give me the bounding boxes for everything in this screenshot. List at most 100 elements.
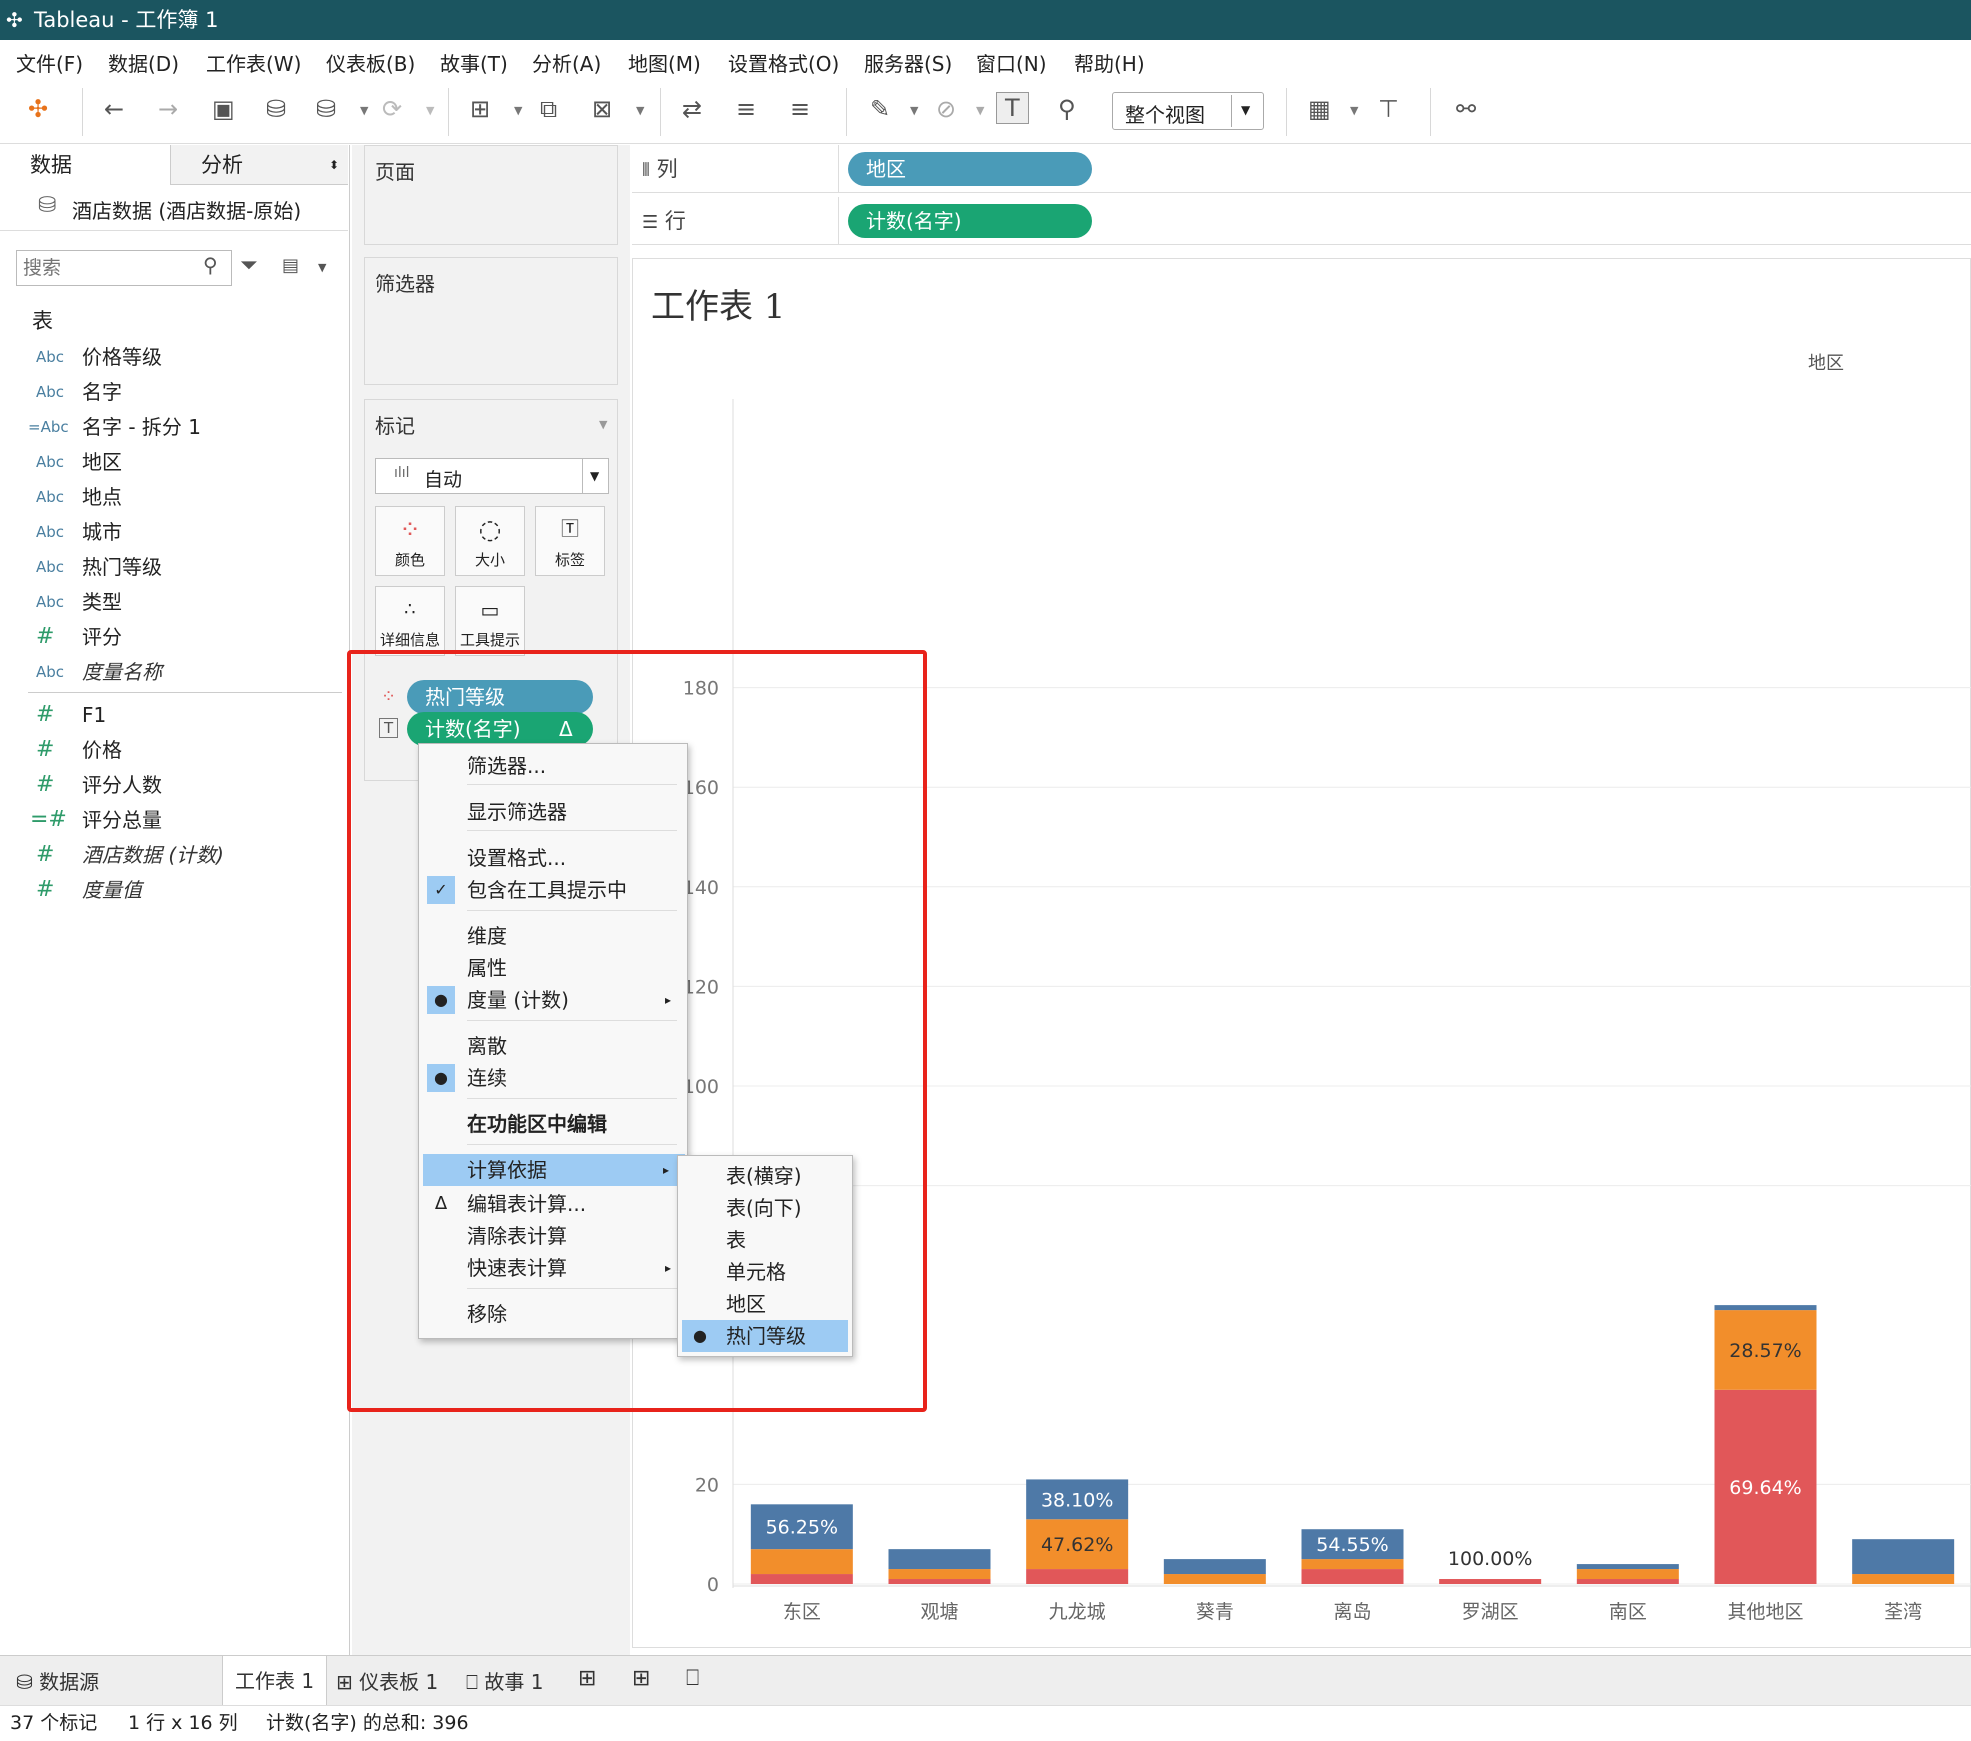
pages-shelf[interactable]: 页面 <box>364 145 618 245</box>
field-item[interactable]: Abc 类型 <box>0 585 348 619</box>
show-cards-icon[interactable]: ▦ <box>1308 94 1331 124</box>
menu-item-edit-table-calc[interactable]: Δ 编辑表计算... <box>419 1188 687 1220</box>
view-size-select[interactable]: 整个视图 ▼ <box>1112 92 1264 130</box>
chevron-down-icon[interactable]: ▼ <box>514 104 522 117</box>
submenu-item-table-down[interactable]: 表(向下) <box>678 1192 852 1224</box>
menu-item-attribute[interactable]: 属性 <box>419 952 687 984</box>
undo-icon[interactable]: ← <box>104 94 124 124</box>
menu-file[interactable]: 文件(F) <box>16 48 83 77</box>
menu-item-continuous[interactable]: ● 连续 <box>419 1062 687 1094</box>
size-button[interactable]: ◌ 大小 <box>455 506 525 576</box>
chevron-down-icon[interactable]: ▼ <box>360 104 368 117</box>
menu-format[interactable]: 设置格式(O) <box>728 48 839 77</box>
search-input[interactable] <box>23 253 193 283</box>
filter-funnel-icon[interactable]: ⏷ <box>240 253 258 278</box>
menu-item-format[interactable]: 设置格式... <box>419 842 687 874</box>
field-item[interactable]: Abc 名字 <box>0 375 348 409</box>
new-dashboard-tab-icon[interactable]: ⊞ <box>632 1666 650 1691</box>
field-item[interactable]: Abc 地点 <box>0 480 348 514</box>
field-item[interactable]: =Abc 名字 - 拆分 1 <box>0 410 348 444</box>
datasource-row[interactable]: ⛁ 酒店数据 (酒店数据-原始) <box>0 185 348 231</box>
field-item[interactable]: # 度量值 <box>0 873 348 907</box>
tab-analysis[interactable]: 分析 ⬍ <box>170 145 348 185</box>
tab-data[interactable]: 数据 <box>0 145 170 185</box>
menu-server[interactable]: 服务器(S) <box>864 48 952 77</box>
label-button[interactable]: 🅃 标签 <box>535 506 605 576</box>
chevron-down-icon[interactable]: ▼ <box>636 104 644 117</box>
new-worksheet-icon[interactable]: ⊞ <box>470 94 490 124</box>
menu-item-compute-using[interactable]: 计算依据 ▸ <box>423 1154 685 1186</box>
submenu-item-popularity[interactable]: ● 热门等级 <box>682 1320 848 1352</box>
tooltip-button[interactable]: ▭ 工具提示 <box>455 586 525 656</box>
columns-shelf[interactable]: ⦀ 列 地区 <box>632 145 1971 193</box>
field-item[interactable]: Abc 度量名称 <box>0 655 348 689</box>
field-item[interactable]: =# 评分总量 <box>0 803 348 837</box>
tab-worksheet-1[interactable]: 工作表 1 <box>222 1656 328 1706</box>
chevron-down-icon[interactable]: ▼ <box>976 104 984 117</box>
menu-window[interactable]: 窗口(N) <box>976 48 1047 77</box>
menu-item-measure-count[interactable]: ● 度量 (计数) ▸ <box>419 984 687 1016</box>
submenu-item-table[interactable]: 表 <box>678 1224 852 1256</box>
tab-dashboard-1[interactable]: ⊞ 仪表板 1 <box>336 1666 438 1695</box>
field-item[interactable]: # 评分人数 <box>0 768 348 802</box>
chevron-down-icon[interactable]: ▼ <box>1350 104 1358 117</box>
new-datasource-icon[interactable]: ⛁ <box>266 94 286 124</box>
menu-item-filter[interactable]: 筛选器... <box>419 750 687 782</box>
chevron-down-icon[interactable]: ▼ <box>318 261 326 274</box>
field-item[interactable]: Abc 热门等级 <box>0 550 348 584</box>
view-list-icon[interactable]: ▤ <box>282 255 299 276</box>
menu-item-remove[interactable]: 移除 <box>419 1298 687 1330</box>
submenu-item-region[interactable]: 地区 <box>678 1288 852 1320</box>
tab-story-1[interactable]: ⎕ 故事 1 <box>466 1666 543 1695</box>
field-item[interactable]: Abc 价格等级 <box>0 340 348 374</box>
field-item[interactable]: Abc 地区 <box>0 445 348 479</box>
menu-worksheet[interactable]: 工作表(W) <box>206 48 301 77</box>
pill-count-name-rows[interactable]: 计数(名字) <box>848 204 1092 238</box>
clear-sheet-icon[interactable]: ⊠ <box>592 94 612 124</box>
filters-shelf[interactable]: 筛选器 <box>364 257 618 385</box>
menu-item-clear-table-calc[interactable]: 清除表计算 <box>419 1220 687 1252</box>
new-worksheet-tab-icon[interactable]: ⊞ <box>578 1666 596 1691</box>
chevron-down-icon[interactable]: ▼ <box>426 104 434 117</box>
menu-item-show-filter[interactable]: 显示筛选器 <box>419 796 687 828</box>
menu-item-dimension[interactable]: 维度 <box>419 920 687 952</box>
search-box[interactable]: ⚲ <box>16 250 232 286</box>
rows-shelf[interactable]: ☰ 行 计数(名字) <box>632 197 1971 245</box>
chevron-down-icon[interactable]: ▼ <box>599 418 607 431</box>
menu-item-quick-table-calc[interactable]: 快速表计算 ▸ <box>419 1252 687 1284</box>
swap-rows-columns-icon[interactable]: ⇄ <box>682 94 702 124</box>
pill-region-columns[interactable]: 地区 <box>848 152 1092 186</box>
menu-data[interactable]: 数据(D) <box>108 48 179 77</box>
presentation-mode-icon[interactable]: ⊤ <box>1378 94 1399 124</box>
menu-item-edit-in-shelf[interactable]: 在功能区中编辑 <box>419 1108 687 1140</box>
sort-ascending-icon[interactable]: ≡ <box>736 94 756 124</box>
tab-datasource[interactable]: ⛁ 数据源 <box>16 1666 99 1695</box>
group-members-icon[interactable]: ⊘ <box>936 94 956 124</box>
menu-help[interactable]: 帮助(H) <box>1074 48 1145 77</box>
save-icon[interactable]: ▣ <box>212 94 235 124</box>
field-item[interactable]: # 酒店数据 (计数) <box>0 838 348 872</box>
menu-analysis[interactable]: 分析(A) <box>532 48 601 77</box>
menu-story[interactable]: 故事(T) <box>440 48 508 77</box>
sort-descending-icon[interactable]: ≡ <box>790 94 810 124</box>
fix-axes-pin-icon[interactable]: ⚲ <box>1058 94 1076 124</box>
new-story-tab-icon[interactable]: ⎕ <box>686 1666 699 1691</box>
detail-button[interactable]: ∴ 详细信息 <box>375 586 445 656</box>
mark-type-select[interactable]: ılıl 自动 ▼ <box>375 458 609 494</box>
share-icon[interactable]: ⚯ <box>1456 94 1476 124</box>
tableau-home-icon[interactable]: ✣ <box>28 94 48 124</box>
redo-icon[interactable]: → <box>158 94 178 124</box>
menu-item-include-in-tooltip[interactable]: ✓ 包含在工具提示中 <box>419 874 687 906</box>
menu-item-discrete[interactable]: 离散 <box>419 1030 687 1062</box>
color-button[interactable]: ⁘ 颜色 <box>375 506 445 576</box>
menu-dashboard[interactable]: 仪表板(B) <box>326 48 415 77</box>
duplicate-sheet-icon[interactable]: ⧉ <box>540 94 557 124</box>
refresh-icon[interactable]: ⟳ <box>382 94 402 124</box>
field-item[interactable]: # 价格 <box>0 733 348 767</box>
field-item[interactable]: # 评分 <box>0 620 348 654</box>
show-mark-labels-icon[interactable]: T <box>996 92 1029 124</box>
submenu-item-table-across[interactable]: 表(横穿) <box>678 1160 852 1192</box>
menu-map[interactable]: 地图(M) <box>628 48 701 77</box>
chevron-down-icon[interactable]: ▼ <box>910 104 918 117</box>
highlight-icon[interactable]: ✎ <box>870 94 890 124</box>
